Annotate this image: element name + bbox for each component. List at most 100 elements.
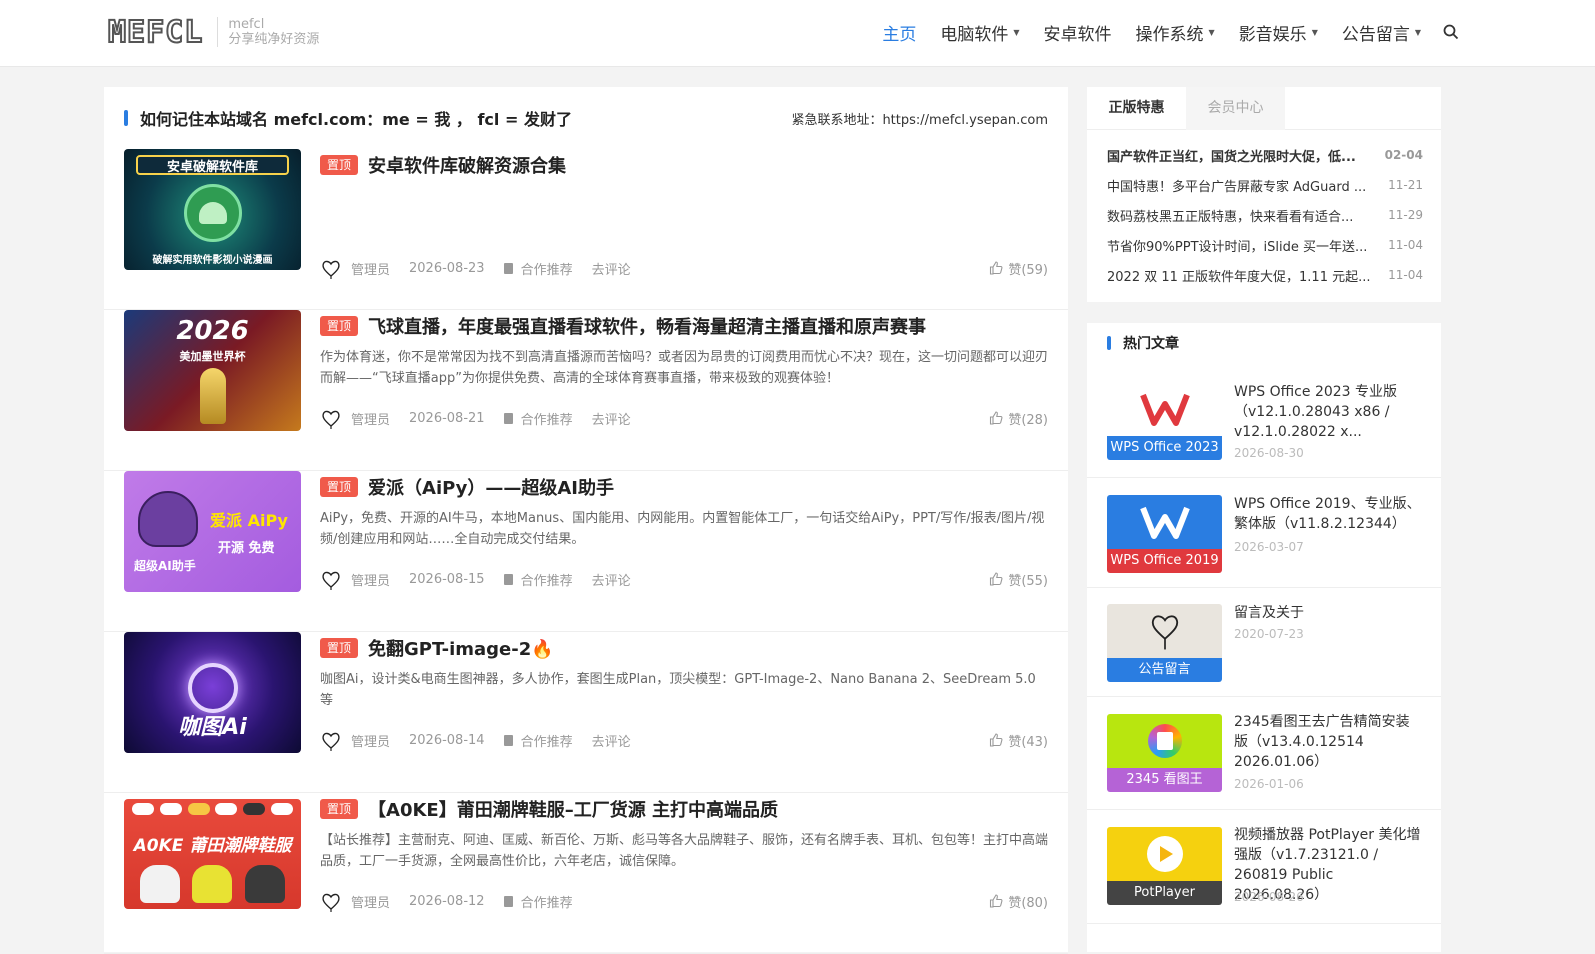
post-meta: 管理员 2026-08-23 合作推荐 去评论 赞(59): [320, 257, 1048, 279]
post-thumbnail[interactable]: 爱派 AiPy 开源 免费 超级AI助手: [124, 471, 301, 592]
post-excerpt: 作为体育迷，你不是常常因为找不到高清直播源而苦恼吗？或者因为昂贵的订阅费用而忧心…: [320, 350, 1049, 386]
comment-link[interactable]: 去评论: [592, 731, 631, 750]
post-thumbnail[interactable]: 咖图Ai: [124, 632, 301, 753]
category-label: 合作推荐: [520, 262, 573, 278]
pinned-badge: 置顶: [320, 316, 359, 336]
like-count: 赞(55): [1008, 573, 1048, 589]
like-button[interactable]: 赞(28): [989, 409, 1048, 428]
nav-guestbook[interactable]: 公告留言 ▼: [1342, 19, 1421, 45]
hot-thumb-caption: 公告留言: [1107, 658, 1222, 682]
nav-pc-software[interactable]: 电脑软件 ▼: [940, 19, 1019, 45]
post-category[interactable]: 合作推荐: [503, 259, 573, 278]
hot-article-item[interactable]: 2345 看图王 2345看图王去广告精简安装版（v13.4.0.12514 2…: [1087, 697, 1441, 810]
like-button[interactable]: 赞(80): [989, 892, 1048, 911]
hot-article-thumbnail[interactable]: 公告留言: [1107, 604, 1222, 682]
nav-home[interactable]: 主页: [882, 19, 916, 45]
post-category[interactable]: 合作推荐: [503, 409, 573, 428]
hot-article-item[interactable]: WPS Office 2023 WPS Office 2023 专业版（v12.…: [1087, 364, 1441, 478]
heart-tree-icon: [1107, 604, 1222, 658]
post-meta: 管理员 2026-08-12 合作推荐 赞(80): [320, 890, 1048, 912]
thumb-subtext-2: 超级AI助手: [134, 559, 196, 573]
deal-item[interactable]: 2022 双 11 正版软件年度大促，1.11 元起... 11-04: [1107, 265, 1423, 285]
site-header: MEFCL mefcl 分享纯净好资源 主页 电脑软件 ▼ 安卓软件 操作系统 ▼ …: [0, 0, 1595, 67]
tab-member-center[interactable]: 会员中心: [1186, 87, 1285, 130]
pinned-badge: 置顶: [320, 155, 359, 175]
nav-label: 影音娱乐: [1238, 24, 1307, 45]
logo-line2: 分享纯净好资源: [228, 32, 320, 47]
comment-link[interactable]: 去评论: [592, 570, 631, 589]
search-icon[interactable]: [1443, 24, 1459, 40]
thumb-subtext: 破解实用软件影视小说漫画: [152, 255, 273, 266]
post-thumbnail[interactable]: 2026 美加墨世界杯: [124, 310, 301, 431]
post-date: 2026-08-14: [409, 732, 485, 748]
notice-title-wrap: 如何记住本站域名 mefcl.com：me = 我 ， fcl = 发财了: [124, 106, 572, 130]
comment-link[interactable]: 去评论: [592, 259, 631, 278]
logo-line1: mefcl: [228, 17, 265, 32]
thumbs-up-icon: [990, 261, 1003, 275]
hot-article-thumbnail[interactable]: WPS Office 2023: [1107, 382, 1222, 460]
emergency-contact[interactable]: 紧急联系地址：https://mefcl.ysepan.com: [791, 109, 1048, 128]
thumb-text: 咖图Ai: [178, 715, 247, 740]
comment-link[interactable]: 去评论: [592, 409, 631, 428]
deal-date: 11-04: [1388, 268, 1423, 282]
android-robot-icon: [183, 183, 242, 242]
hot-article-thumbnail[interactable]: PotPlayer: [1107, 827, 1222, 905]
deal-title: 数码荔枝黑五正版特惠，快来看看有适合...: [1107, 209, 1354, 225]
post-author[interactable]: 管理员: [351, 409, 390, 428]
like-button[interactable]: 赞(43): [989, 731, 1048, 750]
deal-item[interactable]: 节省你90%PPT设计时间，iSlide 买一年送... 11-04: [1107, 235, 1423, 255]
thumb-subtext: 开源 免费: [218, 541, 275, 556]
hot-article-thumbnail[interactable]: WPS Office 2019: [1107, 495, 1222, 573]
category-label: 合作推荐: [520, 734, 573, 750]
post-author[interactable]: 管理员: [351, 892, 390, 911]
site-logo[interactable]: MEFCL mefcl 分享纯净好资源: [107, 14, 320, 51]
post-author[interactable]: 管理员: [351, 731, 390, 750]
caret-down-icon: ▼: [1414, 27, 1421, 37]
image-viewer-logo-icon: [1107, 714, 1222, 768]
post-date: 2026-08-15: [409, 571, 485, 587]
nav-label: 操作系统: [1135, 24, 1204, 45]
hot-articles-title: 热门文章: [1123, 336, 1179, 352]
nav-os[interactable]: 操作系统 ▼: [1136, 19, 1215, 45]
post-item: 爱派 AiPy 开源 免费 超级AI助手 置顶 爱派（AiPy）——超级AI助手…: [104, 471, 1068, 632]
hot-article-thumbnail[interactable]: 2345 看图王: [1107, 714, 1222, 792]
nav-media[interactable]: 影音娱乐 ▼: [1239, 19, 1318, 45]
category-label: 合作推荐: [520, 412, 573, 428]
deal-item[interactable]: 中国特惠！多平台广告屏蔽专家 AdGuard ... 11-21: [1107, 175, 1423, 195]
deal-item[interactable]: 数码荔枝黑五正版特惠，快来看看有适合... 11-29: [1107, 205, 1423, 225]
post-category[interactable]: 合作推荐: [503, 570, 573, 589]
logo-divider: [217, 17, 219, 47]
post-thumbnail[interactable]: 安卓破解软件库 破解实用软件影视小说漫画: [124, 149, 301, 270]
post-date: 2026-08-21: [409, 410, 485, 426]
author-avatar-icon: [322, 410, 340, 429]
post-thumbnail[interactable]: A0KE 莆田潮牌鞋服: [124, 799, 301, 909]
deal-item[interactable]: 国产软件正当红，国货之光限时大促，低... 02-04: [1107, 145, 1423, 165]
like-button[interactable]: 赞(59): [989, 259, 1048, 278]
post-date: 2026-08-23: [409, 260, 485, 276]
tab-deals[interactable]: 正版特惠: [1087, 87, 1186, 130]
nav-label: 主页: [882, 24, 917, 45]
hot-article-date: 2026-08-26: [1234, 890, 1304, 904]
post-category[interactable]: 合作推荐: [503, 892, 573, 911]
post-title[interactable]: 安卓软件库破解资源合集: [368, 152, 566, 178]
nav-label: 安卓软件: [1043, 24, 1112, 45]
thumb-subtext: 美加墨世界杯: [179, 350, 246, 363]
post-title[interactable]: 飞球直播，年度最强直播看球软件，畅看海量超清主播直播和原声赛事: [368, 313, 926, 339]
sneakers-row-top: [132, 803, 293, 819]
post-author[interactable]: 管理员: [351, 570, 390, 589]
like-button[interactable]: 赞(55): [989, 570, 1048, 589]
nav-android-software[interactable]: 安卓软件: [1044, 19, 1112, 45]
deal-title: 中国特惠！多平台广告屏蔽专家 AdGuard ...: [1107, 179, 1367, 195]
caret-down-icon: ▼: [1311, 27, 1318, 37]
hot-article-item[interactable]: 公告留言 留言及关于 2020-07-23: [1087, 588, 1441, 697]
post-title[interactable]: 爱派（AiPy）——超级AI助手: [368, 474, 614, 500]
deals-widget: 正版特惠 会员中心 国产软件正当红，国货之光限时大促，低... 02-04 中国特…: [1087, 87, 1441, 302]
post-title[interactable]: 【A0KE】莆田潮牌鞋服–工厂货源 主打中高端品质: [368, 796, 778, 822]
wps-logo-icon: [1107, 495, 1222, 549]
hot-article-item[interactable]: PotPlayer 视频播放器 PotPlayer 美化增强版（v1.7.231…: [1087, 810, 1441, 924]
post-category[interactable]: 合作推荐: [503, 731, 573, 750]
post-title[interactable]: 免翻GPT-image-2🔥: [368, 635, 554, 661]
hot-article-item[interactable]: WPS Office 2019 WPS Office 2019、专业版、繁体版（…: [1087, 478, 1441, 588]
post-author[interactable]: 管理员: [351, 259, 390, 278]
notice-title: 如何记住本站域名 mefcl.com：me = 我 ， fcl = 发财了: [140, 110, 572, 129]
